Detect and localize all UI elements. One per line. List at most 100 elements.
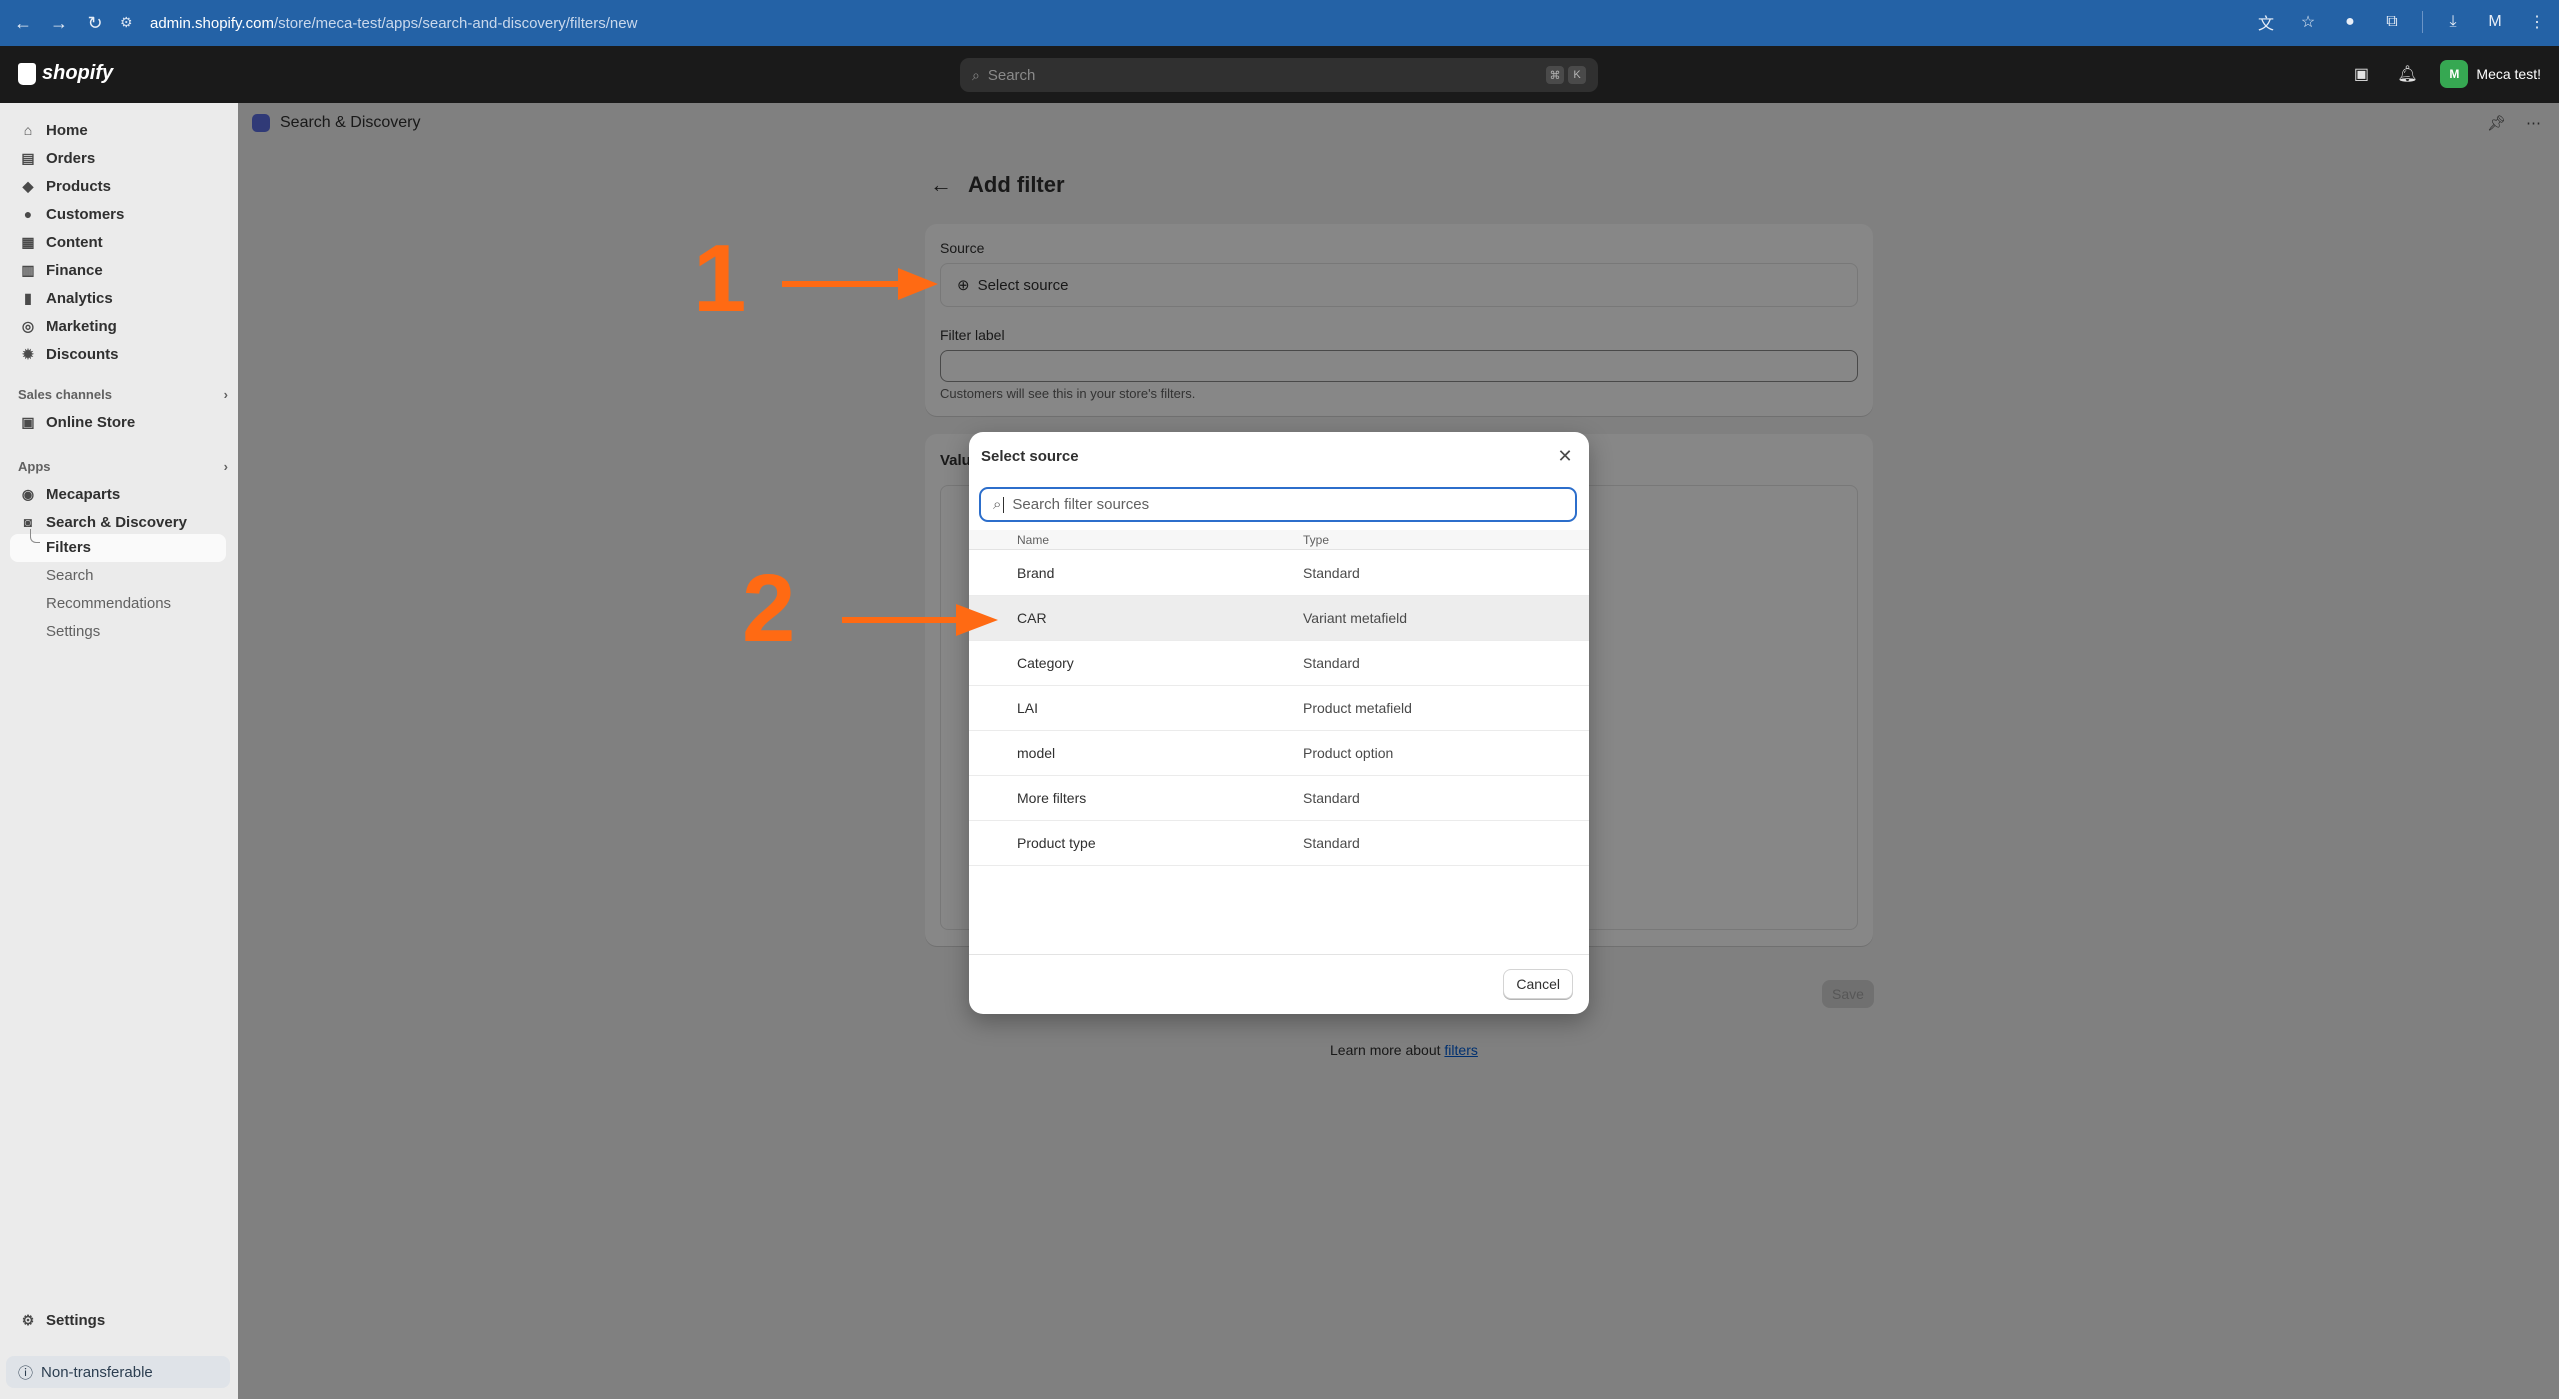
sidebar-subitem-filters[interactable]: Filters: [46, 539, 91, 556]
address-bar[interactable]: ⚙ admin.shopify.com/store/meca-test/apps…: [120, 8, 2390, 38]
translate-icon[interactable]: 文: [2254, 10, 2278, 34]
sidebar-item-content[interactable]: ▦ Content: [10, 229, 226, 255]
forward-icon[interactable]: →: [46, 10, 72, 36]
sidebar-item-settings[interactable]: ⚙ Settings: [10, 1307, 226, 1333]
row-type: Product option: [1303, 745, 1394, 761]
sidebar-subitem-recommendations[interactable]: Recommendations: [46, 595, 171, 612]
search-icon: ⌕: [993, 496, 1002, 513]
table-row[interactable]: model Product option: [969, 731, 1589, 776]
sidebar-subitem-search[interactable]: Search: [46, 567, 94, 584]
row-type: Product metafield: [1303, 700, 1412, 716]
sidebar-item-discounts[interactable]: ✹ Discounts: [10, 341, 226, 367]
extension-avatar-icon[interactable]: ●: [2338, 10, 2362, 34]
chevron-right-icon: ›: [223, 459, 228, 474]
select-source-modal: Select source ✕ ⌕ Search filter sources …: [969, 432, 1589, 1014]
sidebar: ⌂ Home ▤ Orders ◆ Products ● Customers ▦ Cont…: [0, 103, 238, 1399]
back-icon[interactable]: ←: [10, 10, 36, 36]
sidebar-item-customers[interactable]: ● Customers: [10, 201, 226, 227]
sidebar-item-products[interactable]: ◆ Products: [10, 173, 226, 199]
row-name: model: [1017, 745, 1056, 761]
admin-topbar: shopify ⌕ Search ⌘ K ▣ 🔔︎ M Meca test!: [0, 46, 2559, 103]
search-icon: ⌕: [972, 66, 980, 83]
row-name: LAI: [1017, 700, 1039, 716]
sidebar-item-search-discovery[interactable]: ◙ Search & Discovery: [10, 509, 226, 535]
annotation-number-2: 2: [742, 555, 796, 662]
star-icon[interactable]: ☆: [2296, 10, 2320, 34]
annotation-arrow-1: [782, 268, 938, 300]
sales-channels-section[interactable]: Sales channels ›: [18, 387, 228, 402]
shopify-logo[interactable]: shopify: [18, 62, 113, 85]
tag-icon: ◆: [22, 177, 34, 194]
close-icon[interactable]: ✕: [1553, 444, 1577, 468]
row-name: Brand: [1017, 565, 1055, 581]
browser-toolbar: ← → ↻ ⚙ admin.shopify.com/store/meca-tes…: [0, 0, 2559, 46]
home-icon: ⌂: [23, 122, 33, 138]
cancel-button[interactable]: Cancel: [1503, 969, 1573, 999]
table-row[interactable]: Category Standard: [969, 641, 1589, 686]
column-header-name: Name: [1017, 533, 1050, 547]
discount-icon: ✹: [22, 345, 34, 362]
gear-icon: ⚙: [21, 1311, 35, 1328]
url-host: admin.shopify.com: [150, 14, 274, 32]
annotation-arrow-2: [842, 604, 998, 636]
search-placeholder: Search: [987, 66, 1036, 84]
sidebar-item-analytics[interactable]: ▮ Analytics: [10, 285, 226, 311]
row-name: Product type: [1017, 835, 1096, 851]
table-row[interactable]: CAR Variant metafield: [969, 596, 1589, 641]
apps-section[interactable]: Apps ›: [18, 459, 228, 474]
annotation-number-1: 1: [693, 225, 747, 332]
store-name: Meca test!: [2476, 66, 2541, 82]
global-search-input[interactable]: ⌕ Search ⌘ K: [960, 58, 1598, 92]
puzzle-icon[interactable]: ⧉: [2380, 10, 2404, 34]
sidebar-item-label: Customers: [46, 205, 125, 223]
sidebar-item-label: Products: [46, 177, 112, 195]
bank-icon: ▥: [21, 261, 35, 278]
modal-header: Select source: [969, 432, 1589, 480]
orders-icon: ▤: [21, 149, 35, 166]
sidebar-item-finance[interactable]: ▥ Finance: [10, 257, 226, 283]
store-menu[interactable]: M Meca test!: [2440, 60, 2541, 88]
profile-icon[interactable]: M: [2483, 10, 2507, 34]
sidebar-subitem-settings[interactable]: Settings: [46, 623, 100, 640]
url-path: /store/meca-test/apps/search-and-discove…: [273, 14, 638, 32]
sidebar-item-label: Finance: [46, 261, 103, 279]
avatar: M: [2440, 60, 2469, 88]
text-cursor: [1003, 496, 1005, 513]
table-row[interactable]: LAI Product metafield: [969, 686, 1589, 731]
row-name: More filters: [1017, 790, 1087, 806]
sidebar-item-label: Home: [46, 121, 88, 139]
non-transferable-badge[interactable]: ⓘ Non-transferable: [6, 1356, 230, 1388]
sidebar-item-home[interactable]: ⌂ Home: [10, 117, 226, 143]
table-row[interactable]: Brand Standard: [969, 551, 1589, 596]
modal-title: Select source: [981, 447, 1079, 465]
sidebar-subitem-active-bg: [10, 534, 226, 562]
toolbar-divider: [2422, 11, 2423, 33]
target-icon: ◎: [21, 317, 35, 334]
row-name: Category: [1017, 655, 1074, 671]
logo-text: shopify: [42, 62, 114, 84]
menu-icon[interactable]: ⋮: [2525, 10, 2549, 34]
sidebar-item-label: Analytics: [46, 289, 113, 307]
sidebar-item-label: Orders: [46, 149, 96, 167]
badge-label: Non-transferable: [41, 1363, 153, 1381]
site-info-icon[interactable]: ⚙: [120, 14, 138, 32]
sidebar-item-label: Content: [46, 233, 103, 251]
section-label: Sales channels: [18, 387, 112, 402]
bell-icon[interactable]: 🔔︎: [2394, 61, 2420, 87]
sidebar-item-label: Marketing: [46, 317, 117, 335]
tree-connector: [30, 529, 40, 543]
person-icon: ●: [23, 206, 33, 222]
row-type: Standard: [1303, 835, 1360, 851]
content-icon: ▦: [21, 233, 35, 250]
sidebar-item-mecaparts[interactable]: ◉ Mecaparts: [10, 481, 226, 507]
filter-source-search-input[interactable]: ⌕ Search filter sources: [979, 487, 1577, 522]
sidebar-item-online-store[interactable]: ▣ Online Store: [10, 409, 226, 435]
sidebar-item-marketing[interactable]: ◎ Marketing: [10, 313, 226, 339]
download-icon[interactable]: ⤓: [2441, 10, 2465, 34]
inbox-icon[interactable]: ▣: [2348, 61, 2374, 87]
sidebar-item-orders[interactable]: ▤ Orders: [10, 145, 226, 171]
column-header-type: Type: [1303, 533, 1330, 547]
table-row[interactable]: Product type Standard: [969, 821, 1589, 866]
reload-icon[interactable]: ↻: [82, 10, 108, 36]
table-row[interactable]: More filters Standard: [969, 776, 1589, 821]
